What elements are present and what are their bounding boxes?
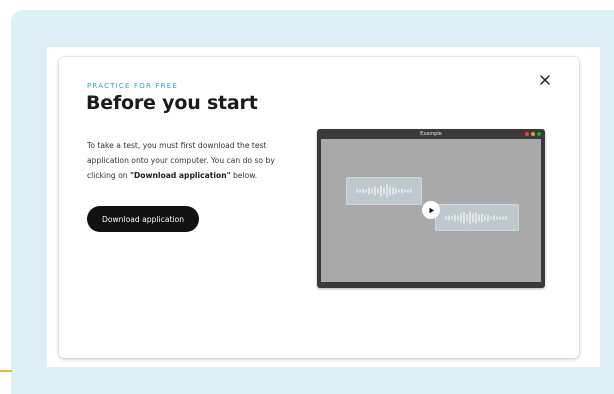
download-application-button[interactable]: Download application bbox=[87, 206, 199, 232]
close-icon bbox=[540, 75, 550, 85]
eyebrow-label: PRACTICE FOR FREE bbox=[87, 82, 178, 90]
before-you-start-modal: PRACTICE FOR FREE Before you start To ta… bbox=[59, 57, 579, 358]
waveform-icon bbox=[356, 184, 412, 198]
window-close-dot bbox=[525, 132, 529, 136]
accent-line bbox=[0, 370, 12, 372]
window-maximize-dot bbox=[537, 132, 541, 136]
modal-title: Before you start bbox=[86, 92, 258, 114]
play-button[interactable] bbox=[422, 201, 440, 219]
app-preview-content bbox=[321, 139, 541, 282]
instructions-text-bold: "Download application" bbox=[130, 171, 231, 180]
close-button[interactable] bbox=[535, 70, 555, 90]
app-window-title: Example bbox=[420, 131, 442, 137]
window-minimize-dot bbox=[531, 132, 535, 136]
instructions-text: To take a test, you must first download … bbox=[87, 138, 299, 183]
instructions-text-part2: below. bbox=[230, 171, 258, 180]
play-icon bbox=[429, 207, 434, 213]
waveform-box-left bbox=[346, 177, 422, 205]
waveform-box-right bbox=[435, 204, 519, 231]
waveform-icon bbox=[445, 210, 507, 225]
page: PRACTICE FOR FREE Before you start To ta… bbox=[0, 0, 614, 394]
app-preview-window: Example bbox=[317, 129, 545, 288]
